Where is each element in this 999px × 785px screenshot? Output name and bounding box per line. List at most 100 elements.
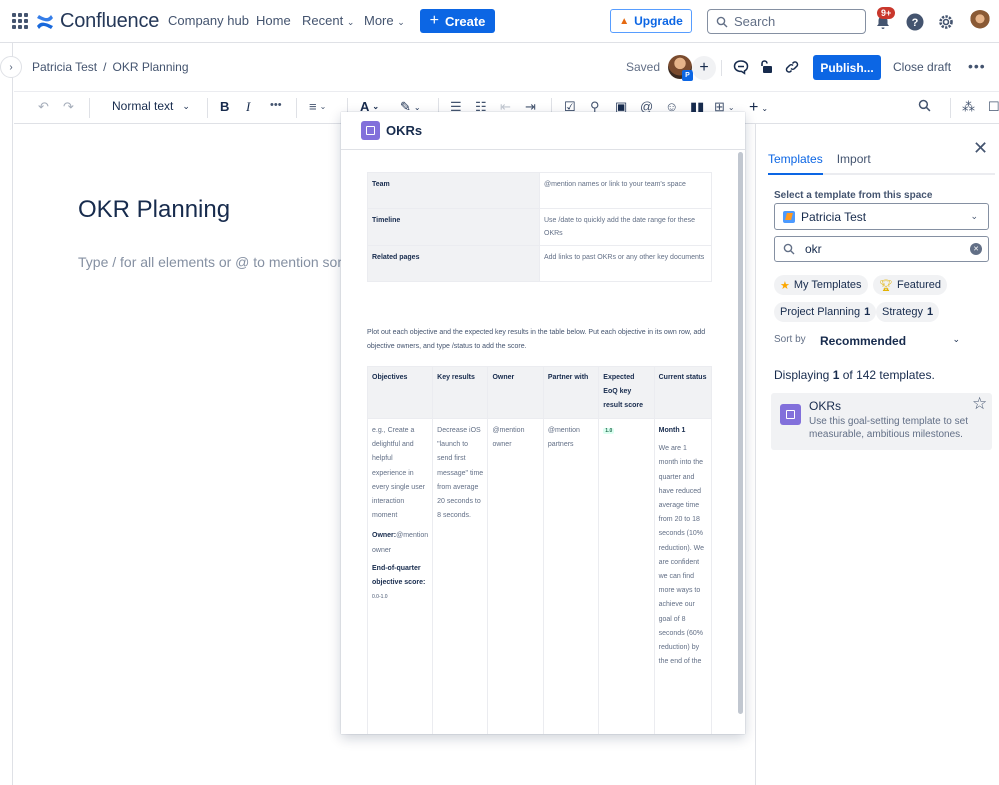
star-icon[interactable]: ☆ (972, 394, 987, 414)
table-cell: @mention partners (542, 418, 600, 734)
objective-text: e.g., Create a delightful and helpful ex… (372, 427, 425, 520)
status-lozenge: 1.0 (603, 428, 615, 434)
more-actions-icon[interactable]: ••• (968, 58, 986, 74)
space-select-value: Patricia Test (801, 209, 867, 224)
chip-count: 1 (864, 306, 871, 318)
top-navigation: Confluence Company hub Home Recent ⌄ Mor… (0, 0, 999, 43)
avatar-badge: P (682, 70, 693, 81)
nav-more-label: More (364, 13, 394, 28)
template-title: OKRs (809, 399, 842, 413)
save-status: Saved (626, 60, 661, 74)
nav-recent[interactable]: Recent ⌄ (302, 13, 354, 28)
sort-select[interactable]: Recommended ⌄ (820, 334, 960, 348)
redo-icon[interactable]: ↷ (63, 99, 74, 115)
chip-strategy[interactable]: Strategy 1 (876, 302, 940, 322)
nav-company-hub[interactable]: Company hub (168, 13, 249, 28)
table-header: Partner with (542, 366, 600, 419)
eoq-label: End-of-quarter objective score: (372, 564, 426, 587)
comments-button[interactable] (731, 57, 751, 77)
chip-label: My Templates (793, 279, 862, 291)
chip-project-planning[interactable]: Project Planning 1 (774, 302, 877, 322)
table-row: e.g., Create a delightful and helpful ex… (366, 418, 713, 734)
chevron-down-icon: ⌄ (182, 100, 190, 111)
breadcrumb-page[interactable]: OKR Planning (112, 60, 188, 74)
breadcrumb: Patricia Test / OKR Planning (32, 60, 189, 74)
sidebar-rail (0, 43, 13, 785)
gear-icon (939, 15, 953, 29)
status-text: We are 1 month into the quarter and have… (658, 445, 705, 666)
close-draft-button[interactable]: Close draft (893, 60, 951, 74)
confluence-mark-icon (37, 14, 53, 29)
table-header: Expected EoQ key result score (598, 366, 655, 419)
chip-my-templates[interactable]: ★ My Templates (774, 275, 868, 295)
intro-paragraph: Plot out each objective and the expected… (367, 329, 706, 350)
chip-label: Featured (896, 279, 941, 291)
warning-icon: ▲ (619, 15, 630, 27)
template-preview: OKRs Team @mention names or link to your … (341, 112, 745, 734)
undo-icon[interactable]: ↶ (38, 99, 49, 115)
plus-icon: + (699, 59, 709, 76)
table-cell: Team (367, 172, 540, 209)
space-select-label: Select a template from this space (774, 190, 933, 201)
template-search-input[interactable]: okr ✕ (774, 236, 989, 262)
text-style-label: Normal text (112, 99, 174, 113)
editor-placeholder[interactable]: Type / for all elements or @ to mention … (78, 254, 346, 270)
chevron-right-icon: › (9, 61, 13, 73)
space-select[interactable]: Patricia Test ⌄ (774, 203, 989, 230)
help-button[interactable]: ? (905, 12, 925, 32)
app-switcher-icon[interactable] (12, 13, 28, 29)
find-replace-icon[interactable] (918, 99, 931, 112)
table-cell: Add links to past OKRs or any other key … (539, 245, 712, 282)
chip-label: Project Planning (780, 306, 861, 318)
table-cell: Related pages (367, 245, 540, 282)
preview-scrollbar[interactable] (738, 152, 743, 714)
expand-sidebar-button[interactable]: › (0, 56, 22, 78)
settings-button[interactable] (936, 12, 956, 32)
publish-button[interactable]: Publish... (813, 55, 881, 80)
restrictions-button[interactable] (756, 57, 776, 77)
search-input[interactable]: Search (707, 9, 866, 34)
nav-more[interactable]: More ⌄ (364, 13, 405, 28)
template-description: Use this goal-setting template to set me… (809, 416, 968, 440)
panel-toggle-icon[interactable]: ☐ (988, 99, 999, 115)
bold-icon[interactable]: B (220, 99, 229, 114)
clear-search-icon[interactable]: ✕ (970, 243, 982, 255)
nav-home[interactable]: Home (256, 13, 291, 28)
tab-templates[interactable]: Templates (768, 152, 823, 175)
nav-recent-label: Recent (302, 13, 344, 28)
fullwidth-icon[interactable]: ⁂ (962, 99, 975, 115)
create-label: Create (444, 13, 486, 29)
search-icon (783, 243, 795, 255)
preview-header: OKRs (341, 112, 745, 150)
breadcrumb-separator: / (103, 60, 107, 74)
copy-link-button[interactable] (782, 57, 802, 77)
tab-import[interactable]: Import (837, 152, 871, 173)
status-heading: Month 1 (658, 427, 686, 434)
confluence-logo[interactable]: Confluence (36, 10, 159, 33)
table-cell: Use /date to quickly add the date range … (539, 208, 712, 246)
search-placeholder: Search (734, 14, 776, 29)
template-result-card[interactable]: OKRs Use this goal-setting template to s… (771, 393, 992, 450)
panel-tabs: Templates Import (768, 152, 995, 175)
table-cell: e.g., Create a delightful and helpful ex… (366, 418, 434, 734)
eoq-value: 0.0-1.0 (372, 594, 388, 601)
profile-avatar[interactable] (969, 10, 991, 32)
more-formatting-icon[interactable]: ••• (270, 99, 282, 111)
invite-button[interactable]: + (692, 56, 716, 80)
help-icon: ? (906, 13, 924, 31)
sort-value: Recommended (820, 334, 907, 348)
italic-icon[interactable]: I (246, 99, 250, 115)
template-search-value: okr (805, 242, 822, 256)
upgrade-button[interactable]: ▲ Upgrade (610, 9, 692, 33)
breadcrumb-space[interactable]: Patricia Test (32, 60, 97, 74)
alignment-icon[interactable]: ≡ ⌄ (309, 99, 326, 114)
page-title[interactable]: OKR Planning (78, 196, 230, 224)
logo-text: Confluence (60, 10, 160, 32)
insert-more-icon[interactable]: + ⌄ (749, 99, 768, 117)
divider (296, 98, 297, 118)
text-style-dropdown[interactable]: Normal text ⌄ (112, 99, 190, 113)
chip-featured[interactable]: 🏆︎ Featured (873, 275, 947, 295)
table-cell: Timeline (367, 208, 540, 246)
table-cell: @mention names or link to your team's sp… (539, 172, 712, 209)
create-button[interactable]: + Create (420, 9, 495, 33)
